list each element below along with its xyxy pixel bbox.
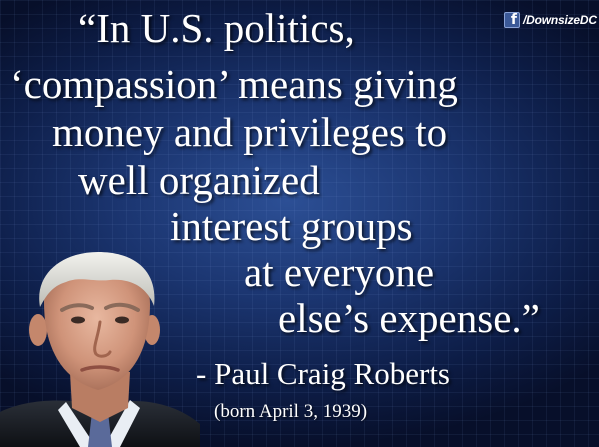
facebook-icon: f: [504, 12, 520, 28]
quote-line-4: well organized: [78, 157, 320, 203]
author-born: (born April 3, 1939): [214, 401, 368, 422]
quote-poster: f /DownsizeDC “In U.S. politics, ‘compas…: [0, 0, 599, 447]
quote-line-1: “In U.S. politics,: [78, 5, 355, 51]
facebook-tag[interactable]: f /DownsizeDC: [504, 10, 597, 30]
quote-line-6: at everyone: [244, 249, 435, 295]
quote-line-2: ‘compassion’ means giving: [10, 61, 458, 107]
facebook-handle: /DownsizeDC: [523, 13, 597, 27]
quote-line-3: money and privileges to: [52, 109, 448, 155]
quote-line-7: else’s expense.”: [278, 295, 540, 341]
author-name: - Paul Craig Roberts: [196, 356, 450, 391]
quote-line-5: interest groups: [170, 203, 413, 249]
author-portrait: [0, 252, 200, 447]
